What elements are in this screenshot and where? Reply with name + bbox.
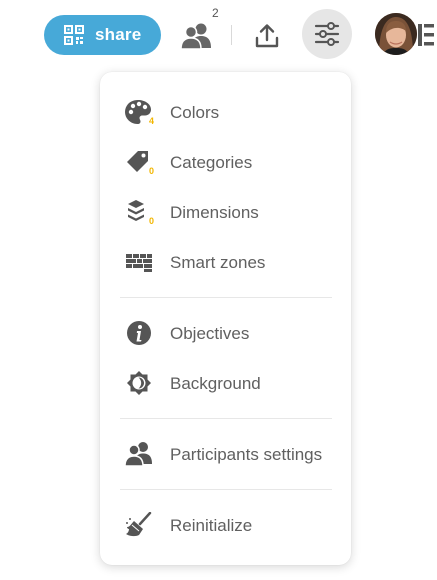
- menu-item-label: Participants settings: [170, 445, 323, 464]
- dimensions-count-badge: 0: [149, 216, 154, 225]
- menu-item-label: Categories: [170, 153, 253, 172]
- participants-icon: [180, 23, 211, 50]
- upload-button[interactable]: [253, 22, 281, 50]
- user-photo: [375, 13, 417, 55]
- grid-zones-icon: [126, 254, 152, 272]
- menu-item-background[interactable]: Background: [100, 361, 351, 405]
- menu-divider: [120, 297, 332, 298]
- qr-code-icon: [64, 25, 84, 45]
- layers-icon: 0: [128, 200, 154, 225]
- menu-item-label: Objectives: [170, 324, 250, 343]
- settings-dropdown-menu: 4 Colors 0 Categories 0 Dimensions Smart…: [100, 72, 351, 565]
- menu-item-categories[interactable]: 0 Categories: [100, 140, 351, 184]
- menu-item-colors[interactable]: 4 Colors: [100, 90, 351, 134]
- info-icon: [127, 321, 151, 345]
- menu-item-label: Background: [170, 374, 261, 393]
- participants-count: 2: [212, 6, 219, 20]
- menu-item-label: Colors: [170, 103, 220, 122]
- settings-button[interactable]: [302, 9, 352, 59]
- menu-item-label: Reinitialize: [170, 516, 253, 535]
- menu-lines-icon: [418, 24, 434, 46]
- menu-item-reinitialize[interactable]: Reinitialize: [100, 503, 351, 547]
- menu-item-participants-settings[interactable]: Participants settings: [100, 432, 351, 476]
- user-avatar[interactable]: [375, 13, 417, 55]
- account-menu-button[interactable]: [418, 23, 434, 47]
- top-toolbar: share 2: [0, 0, 437, 68]
- participants-button[interactable]: [180, 22, 214, 50]
- upload-icon: [255, 24, 279, 48]
- participants-icon: [124, 442, 152, 467]
- colors-count-badge: 4: [149, 116, 154, 125]
- categories-count-badge: 0: [149, 166, 154, 175]
- menu-divider: [120, 489, 332, 490]
- menu-item-label: Dimensions: [170, 203, 259, 222]
- palette-icon: 4: [125, 100, 154, 125]
- menu-divider: [120, 418, 332, 419]
- share-button-label: share: [95, 25, 142, 44]
- menu-item-objectives[interactable]: Objectives: [100, 311, 351, 355]
- toolbar-divider: [231, 25, 232, 45]
- brightness-icon: [127, 371, 151, 395]
- broom-icon: [126, 512, 152, 537]
- sliders-icon: [314, 22, 340, 46]
- menu-item-dimensions[interactable]: 0 Dimensions: [100, 190, 351, 234]
- tag-icon: 0: [127, 151, 154, 175]
- menu-item-smart-zones[interactable]: Smart zones: [100, 240, 351, 284]
- share-button[interactable]: share: [44, 15, 161, 55]
- menu-item-label: Smart zones: [170, 253, 266, 272]
